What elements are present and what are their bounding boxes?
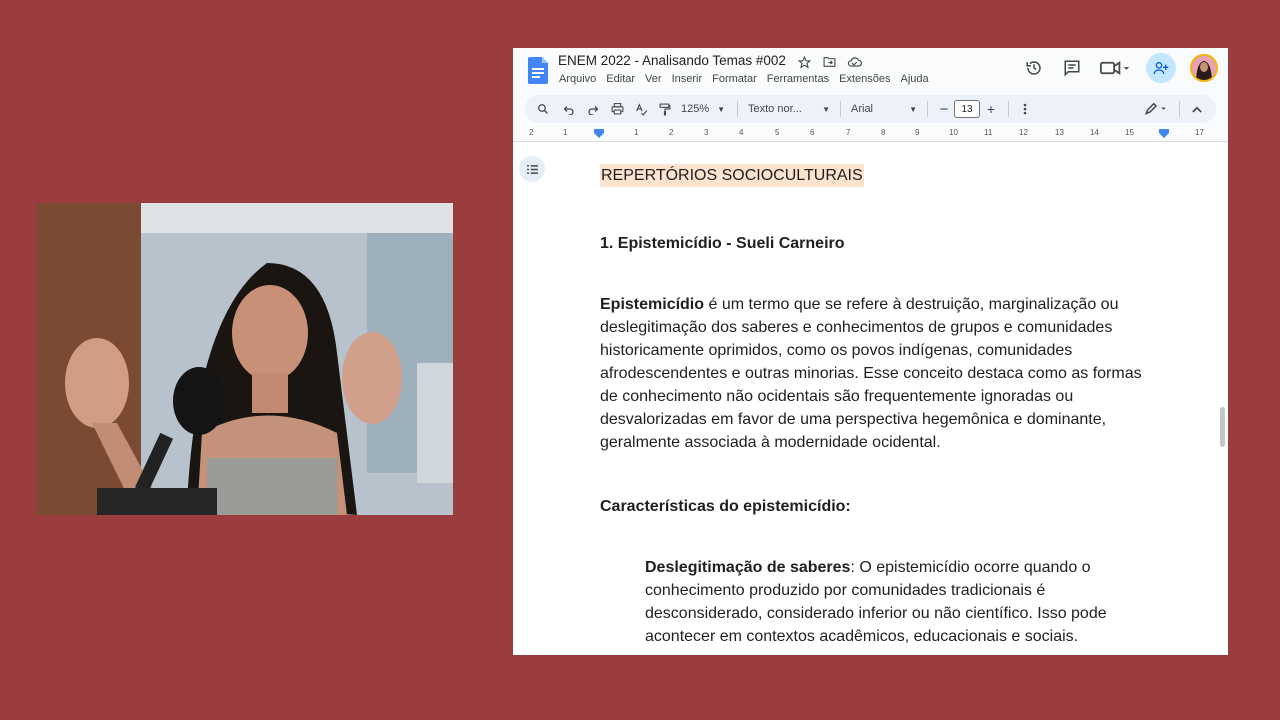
ruler-number: 3 xyxy=(704,128,709,137)
webcam-video xyxy=(37,203,453,515)
characteristics-title[interactable]: Características do epistemicídio: xyxy=(600,495,851,518)
search-icon[interactable] xyxy=(529,99,557,119)
document-outline-icon[interactable] xyxy=(519,156,545,182)
comments-icon[interactable] xyxy=(1060,56,1084,80)
menu-ferramentas[interactable]: Ferramentas xyxy=(767,73,829,85)
definition-text: é um termo que se refere à destruição, m… xyxy=(600,296,1142,451)
ruler-number: 6 xyxy=(810,128,815,137)
ruler-number: 10 xyxy=(949,128,958,137)
menu-formatar[interactable]: Formatar xyxy=(712,73,757,85)
horizontal-ruler[interactable]: 2 1 1 2 3 4 5 6 7 8 9 10 11 12 13 14 15 … xyxy=(513,127,1228,142)
editing-mode-icon[interactable] xyxy=(1139,99,1173,119)
font-value: Arial xyxy=(851,103,874,115)
ruler-number: 1 xyxy=(563,128,568,137)
menu-editar[interactable]: Editar xyxy=(606,73,635,85)
font-select[interactable]: Arial ▼ xyxy=(847,99,921,119)
zoom-select[interactable]: 125% ▼ xyxy=(677,99,731,119)
toolbar-divider xyxy=(927,101,928,117)
toolbar-divider xyxy=(1008,101,1009,117)
toolbar-divider xyxy=(737,101,738,117)
paragraph-style-select[interactable]: Texto nor... ▼ xyxy=(744,99,834,119)
ruler-number: 1 xyxy=(634,128,639,137)
definition-paragraph[interactable]: Epistemicídio é um termo que se refere à… xyxy=(600,293,1160,454)
paint-format-icon[interactable] xyxy=(653,99,677,119)
user-avatar[interactable] xyxy=(1190,54,1218,82)
toolbar-divider xyxy=(1179,101,1180,117)
document-title[interactable]: ENEM 2022 - Analisando Temas #002 xyxy=(558,53,786,68)
share-button[interactable] xyxy=(1146,53,1176,83)
ruler-number: 8 xyxy=(881,128,886,137)
ruler-number: 2 xyxy=(529,128,534,137)
ruler-number: 5 xyxy=(775,128,780,137)
more-options-icon[interactable] xyxy=(1015,99,1035,119)
print-icon[interactable] xyxy=(605,99,629,119)
ruler-number: 17 xyxy=(1195,128,1204,137)
ruler-number: 2 xyxy=(669,128,674,137)
term-bold: Epistemicídio xyxy=(600,296,705,313)
menu-bar: Arquivo Editar Ver Inserir Formatar Ferr… xyxy=(559,73,929,85)
ruler-number: 15 xyxy=(1125,128,1134,137)
ruler-number: 7 xyxy=(846,128,851,137)
docs-window: ENEM 2022 - Analisando Temas #002 Arquiv… xyxy=(513,48,1228,655)
menu-extensoes[interactable]: Extensões xyxy=(839,73,890,85)
ruler-number: 11 xyxy=(984,128,993,137)
vertical-scrollbar[interactable] xyxy=(1220,407,1225,447)
indent-marker-icon[interactable] xyxy=(594,129,604,139)
increase-font-size-button[interactable]: + xyxy=(980,99,1002,119)
ruler-number: 4 xyxy=(739,128,744,137)
cloud-saved-icon[interactable] xyxy=(846,54,862,70)
decrease-font-size-button[interactable]: − xyxy=(934,99,954,119)
title-bar: ENEM 2022 - Analisando Temas #002 Arquiv… xyxy=(513,48,1228,94)
hide-menus-icon[interactable] xyxy=(1186,99,1208,119)
paragraph-style-value: Texto nor... xyxy=(748,103,802,115)
ruler-number: 12 xyxy=(1019,128,1028,137)
version-history-icon[interactable] xyxy=(1022,56,1046,80)
chevron-down-icon: ▼ xyxy=(822,104,830,114)
font-size-input[interactable]: 13 xyxy=(954,100,980,118)
menu-ajuda[interactable]: Ajuda xyxy=(900,73,928,85)
undo-icon[interactable] xyxy=(557,99,581,119)
characteristic-item[interactable]: Deslegitimação de saberes: O epistemicíd… xyxy=(645,556,1165,648)
move-folder-icon[interactable] xyxy=(821,54,837,70)
menu-arquivo[interactable]: Arquivo xyxy=(559,73,596,85)
item-title-bold: Deslegitimação de saberes xyxy=(645,559,851,576)
toolbar-divider xyxy=(840,101,841,117)
docs-logo-icon[interactable] xyxy=(528,57,548,89)
meet-call-icon[interactable] xyxy=(1098,56,1132,80)
chevron-down-icon: ▼ xyxy=(717,104,726,114)
redo-icon[interactable] xyxy=(581,99,605,119)
menu-ver[interactable]: Ver xyxy=(645,73,662,85)
ruler-number: 9 xyxy=(915,128,920,137)
star-icon[interactable] xyxy=(796,54,812,70)
chevron-down-icon: ▼ xyxy=(909,104,917,114)
toolbar: 125% ▼ Texto nor... ▼ Arial ▼ − 13 + xyxy=(525,95,1216,123)
section-title[interactable]: 1. Epistemicídio - Sueli Carneiro xyxy=(600,232,845,255)
ruler-number: 13 xyxy=(1055,128,1064,137)
ruler-number: 14 xyxy=(1090,128,1099,137)
zoom-value: 125% xyxy=(681,103,710,115)
spellcheck-icon[interactable] xyxy=(629,99,653,119)
menu-inserir[interactable]: Inserir xyxy=(672,73,703,85)
document-page[interactable]: REPERTÓRIOS SOCIOCULTURAIS 1. Epistemicí… xyxy=(513,142,1228,655)
right-indent-marker-icon[interactable] xyxy=(1159,129,1169,139)
document-heading[interactable]: REPERTÓRIOS SOCIOCULTURAIS xyxy=(600,164,864,187)
